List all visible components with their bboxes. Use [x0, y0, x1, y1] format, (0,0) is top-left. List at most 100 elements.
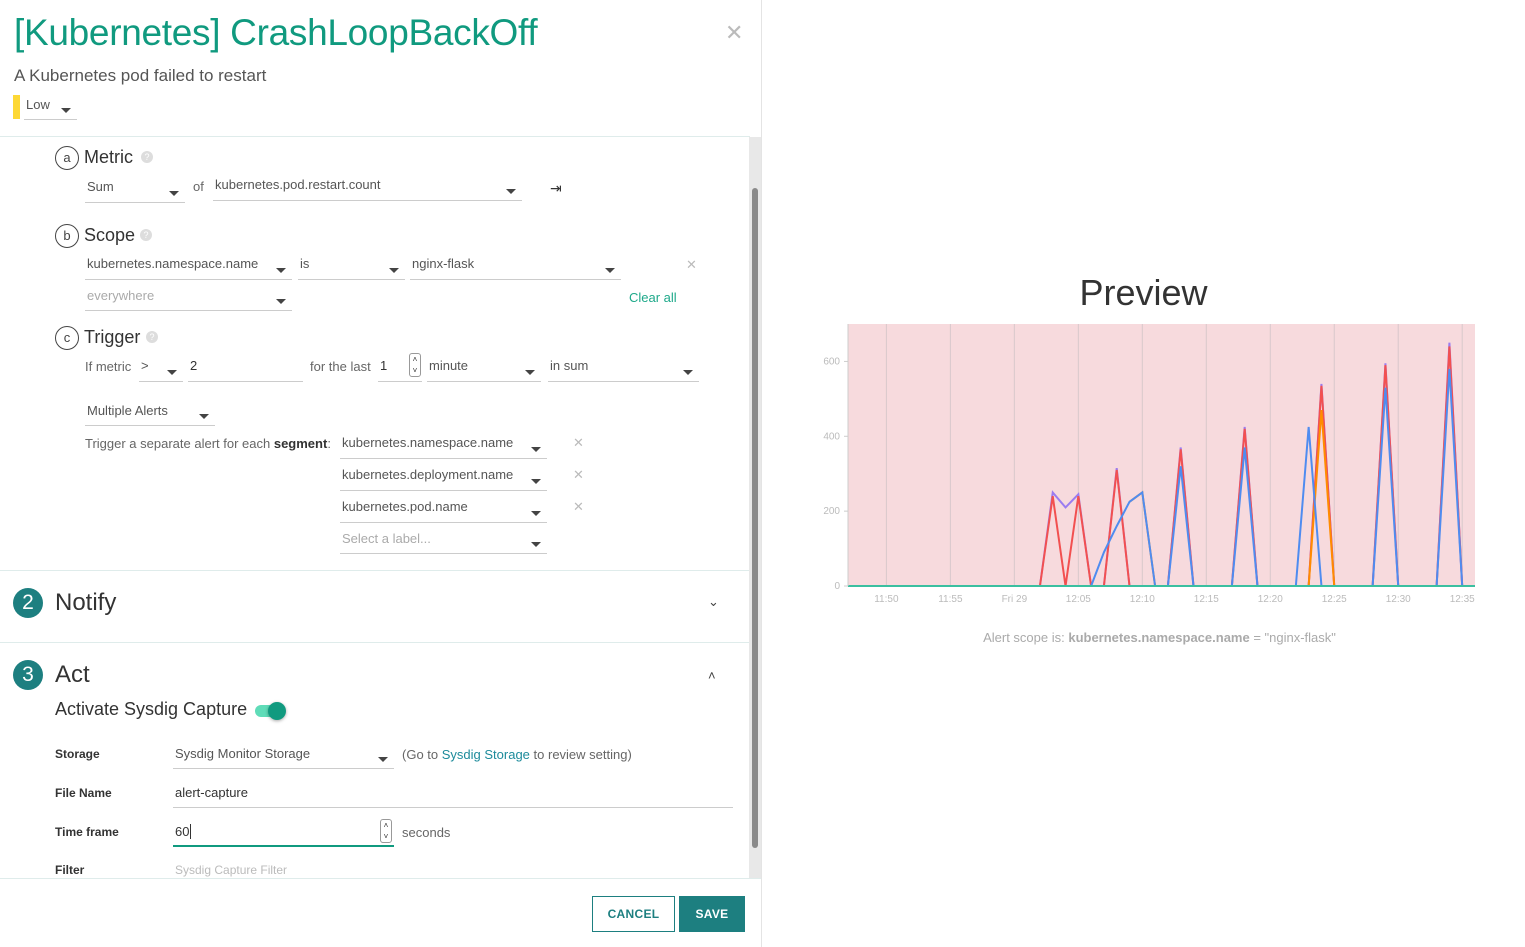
threshold-input[interactable]: 2: [188, 358, 303, 382]
chevron-down-icon: [525, 369, 535, 375]
notify-step-badge: 2: [13, 588, 43, 618]
preview-title: Preview: [1079, 272, 1208, 313]
scope-operator-value: is: [300, 256, 310, 271]
capture-toggle[interactable]: [255, 702, 286, 720]
chevron-down-icon: [683, 369, 693, 375]
storage-select[interactable]: Sysdig Monitor Storage: [173, 746, 394, 769]
storage-note-pre: (Go to: [402, 747, 442, 762]
scrollbar-thumb[interactable]: [752, 188, 758, 848]
trigger-aggregation-select[interactable]: in sum: [548, 358, 699, 382]
filter-label: Filter: [55, 863, 85, 877]
chevron-down-icon: [389, 267, 399, 273]
save-button[interactable]: SAVE: [679, 896, 745, 932]
metric-heading: Metric: [84, 147, 133, 167]
comparator-select[interactable]: >: [139, 358, 183, 382]
y-tick-label: 600: [823, 356, 840, 367]
of-label: of: [193, 179, 204, 194]
scope-add-select[interactable]: everywhere: [85, 288, 292, 311]
storage-note: (Go to Sysdig Storage to review setting): [402, 747, 632, 762]
trigger-heading: Trigger: [84, 327, 141, 347]
alert-mode-value: Multiple Alerts: [87, 403, 168, 418]
for-the-last-label: for the last: [310, 359, 371, 374]
metric-select[interactable]: kubernetes.pod.restart.count: [213, 177, 522, 201]
help-icon[interactable]: ?: [146, 331, 158, 343]
segment-bold: segment: [273, 436, 328, 451]
close-icon[interactable]: ✕: [725, 20, 743, 46]
segment-select[interactable]: kubernetes.namespace.name: [340, 435, 547, 459]
sysdig-storage-link[interactable]: Sysdig Storage: [442, 747, 530, 762]
remove-icon[interactable]: ✕: [686, 257, 697, 273]
if-metric-label: If metric: [85, 359, 132, 374]
x-tick-label: Fri 29: [1002, 594, 1028, 605]
filter-input[interactable]: Sysdig Capture Filter: [175, 863, 287, 877]
text-cursor: [190, 824, 196, 839]
aggregation-select[interactable]: Sum: [85, 179, 185, 203]
scope-label-value: kubernetes.namespace.name: [87, 256, 259, 271]
chevron-up-icon[interactable]: ˄: [708, 668, 716, 683]
remove-icon[interactable]: ✕: [573, 499, 584, 515]
remove-icon[interactable]: ✕: [573, 435, 584, 451]
remove-icon[interactable]: ✕: [573, 467, 584, 483]
act-heading[interactable]: Act: [55, 661, 90, 689]
alert-editor-panel: [Kubernetes] CrashLoopBackOff A Kubernet…: [0, 0, 762, 947]
chevron-down-icon: [199, 414, 209, 419]
alert-description: A Kubernetes pod failed to restart: [14, 66, 267, 85]
chevron-down-icon: [378, 757, 388, 762]
clear-all-link[interactable]: Clear all: [629, 290, 677, 305]
preview-chart: 11:50 11:55 Fri 29 12:05 12:10 12:15 12:20 12:2…: [823, 324, 1475, 605]
x-tick-label: 12:15: [1194, 594, 1219, 605]
segment-value: kubernetes.pod.name: [342, 499, 468, 514]
segment-select[interactable]: kubernetes.pod.name: [340, 499, 547, 523]
alert-title: [Kubernetes] CrashLoopBackOff: [14, 12, 538, 53]
chevron-down-icon: [531, 478, 541, 484]
segment-placeholder: Select a label...: [342, 531, 431, 546]
chevron-down-icon: [169, 190, 179, 196]
scope-value-select[interactable]: nginx-flask: [410, 256, 621, 280]
chevron-down-icon: [531, 510, 541, 516]
x-tick-label: 12:20: [1258, 594, 1283, 605]
x-tick-label: 12:05: [1066, 594, 1091, 605]
segment-description: Trigger a separate alert for each segmen…: [85, 436, 331, 451]
chevron-down-icon[interactable]: ⌄: [708, 594, 719, 610]
help-icon[interactable]: ?: [141, 151, 153, 163]
filename-input[interactable]: alert-capture: [173, 785, 733, 808]
scope-post: = "nginx-flask": [1249, 630, 1336, 645]
unit-value: minute: [429, 358, 469, 373]
capture-label: Activate Sysdig Capture: [55, 699, 248, 719]
help-icon[interactable]: ?: [140, 229, 152, 241]
segment-text: Trigger a separate alert for each: [85, 436, 274, 451]
severity-select[interactable]: Low: [24, 97, 77, 120]
footer: CANCEL SAVE: [0, 878, 761, 947]
chevron-down-icon: [531, 542, 541, 547]
alert-mode-select[interactable]: Multiple Alerts: [85, 403, 215, 426]
compare-arrows-icon[interactable]: ⇥: [550, 180, 562, 197]
x-tick-label: 12:10: [1130, 594, 1155, 605]
scope-step-badge: b: [55, 224, 79, 248]
scrollbar[interactable]: [749, 137, 761, 878]
toggle-knob: [268, 702, 286, 720]
storage-note-post: to review setting): [529, 747, 632, 762]
chevron-down-icon: [506, 188, 516, 194]
chevron-down-icon: [276, 299, 286, 304]
severity-value: Low: [26, 97, 50, 112]
scope-value: nginx-flask: [412, 256, 475, 271]
metric-step-badge: a: [55, 146, 79, 170]
segment-select[interactable]: kubernetes.deployment.name: [340, 467, 547, 491]
storage-label: Storage: [55, 747, 100, 761]
segment-add-select[interactable]: Select a label...: [340, 531, 547, 554]
chevron-down-icon: [167, 369, 177, 375]
timeframe-value: 60: [175, 824, 190, 839]
scope-label-select[interactable]: kubernetes.namespace.name: [85, 256, 292, 280]
aggregation-value: Sum: [87, 179, 114, 194]
scope-operator-select[interactable]: is: [298, 256, 405, 280]
cancel-button[interactable]: CANCEL: [592, 896, 675, 932]
duration-stepper[interactable]: ˄ ˅: [409, 353, 421, 377]
scope-pre: Alert scope is:: [983, 630, 1069, 645]
notify-heading[interactable]: Notify: [55, 589, 116, 617]
timeframe-stepper[interactable]: ˄ ˅: [380, 819, 392, 843]
unit-select[interactable]: minute: [427, 358, 541, 382]
metric-value: kubernetes.pod.restart.count: [215, 177, 381, 192]
severity-color-bar: [13, 95, 20, 119]
segment-value: kubernetes.namespace.name: [342, 435, 514, 450]
timeframe-input[interactable]: 60: [173, 824, 394, 847]
